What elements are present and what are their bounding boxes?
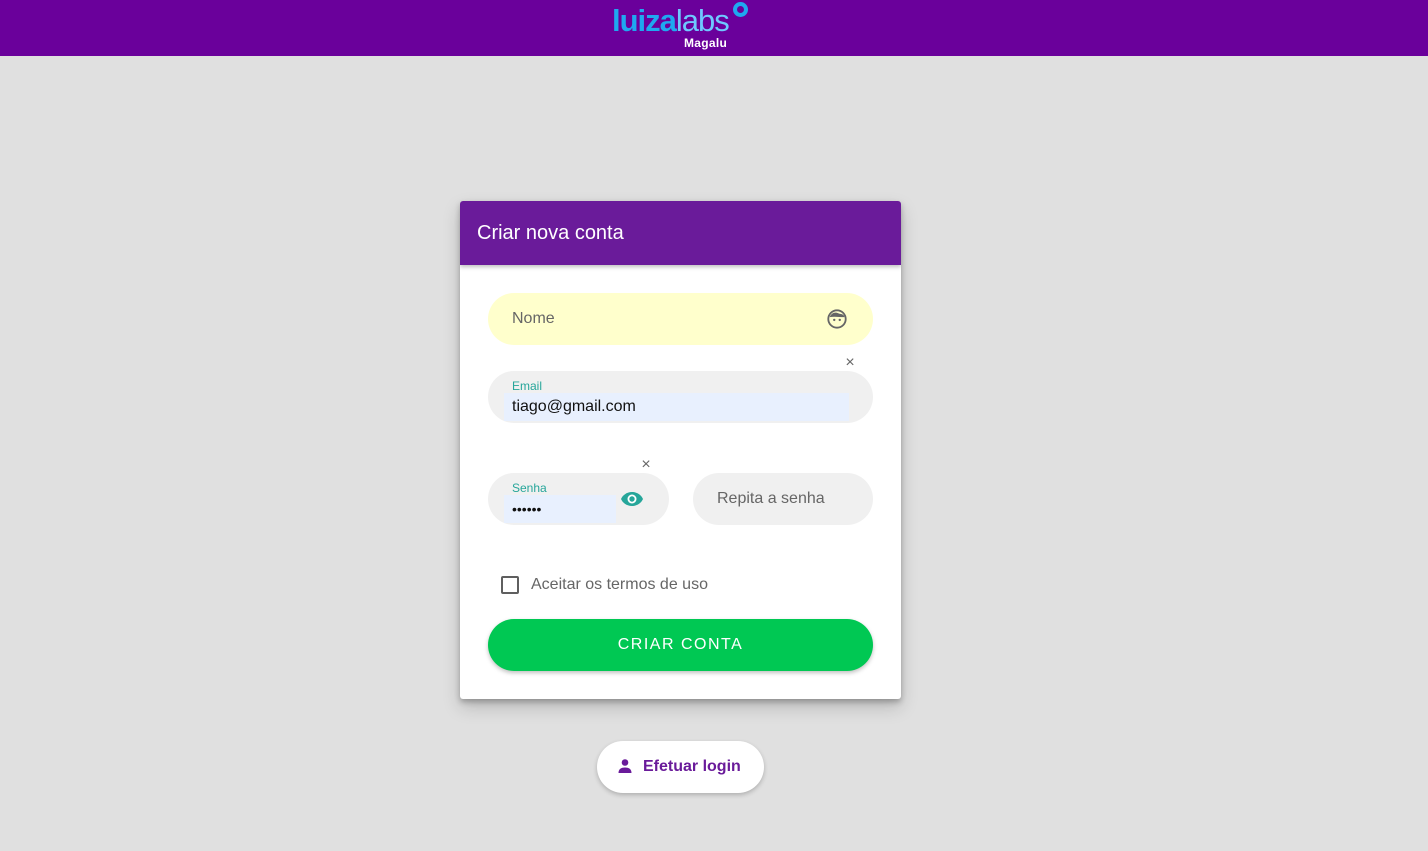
- clear-password-icon[interactable]: ×: [639, 457, 653, 473]
- create-account-button[interactable]: CRIAR CONTA: [488, 619, 873, 671]
- person-icon: [618, 759, 632, 773]
- login-button[interactable]: Efetuar login: [597, 741, 764, 793]
- logo-wordmark: luizalabs: [612, 3, 730, 38]
- repeat-password-placeholder: Repita a senha: [717, 490, 825, 507]
- password-field[interactable]: Senha ••••••: [488, 473, 669, 525]
- card-title: Criar nova conta: [460, 201, 901, 265]
- email-label: Email: [512, 379, 543, 393]
- logo-labs-text: labs: [675, 3, 730, 38]
- terms-label[interactable]: Aceitar os termos de uso: [531, 574, 708, 596]
- logo-magalu-text: Magalu: [684, 36, 728, 50]
- logo-luiza-text: luiza: [612, 3, 677, 38]
- luizalabs-logo[interactable]: luizalabs Magalu: [612, 2, 752, 52]
- email-input[interactable]: tiago@gmail.com: [504, 393, 849, 421]
- top-app-bar: luizalabs Magalu: [0, 0, 1428, 56]
- face-icon: [827, 309, 847, 329]
- login-label: Efetuar login: [643, 758, 741, 775]
- name-field[interactable]: Nome: [488, 293, 873, 345]
- eye-icon[interactable]: [620, 489, 644, 509]
- signup-card: Criar nova conta Nome × Email tiago@gmai…: [460, 201, 901, 699]
- email-field[interactable]: Email tiago@gmail.com: [488, 371, 873, 423]
- terms-checkbox[interactable]: [501, 576, 519, 594]
- clear-email-icon[interactable]: ×: [843, 355, 857, 371]
- logo-ring-icon: [733, 2, 748, 17]
- repeat-password-field[interactable]: Repita a senha: [693, 473, 873, 525]
- name-placeholder: Nome: [512, 310, 555, 327]
- password-input[interactable]: ••••••: [504, 495, 616, 523]
- password-label: Senha: [512, 481, 547, 495]
